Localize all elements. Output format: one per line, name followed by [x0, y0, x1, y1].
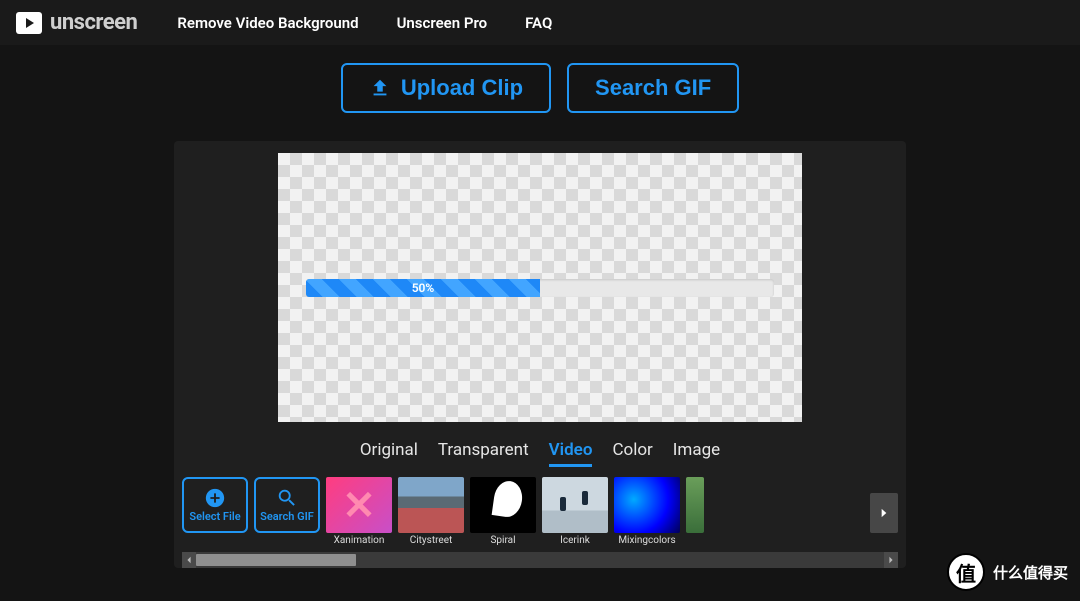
thumb-xanimation[interactable]: Xanimation [326, 477, 392, 546]
thumb-image [398, 477, 464, 533]
search-gif-label: Search GIF [595, 75, 711, 101]
search-gif-button[interactable]: Search GIF [567, 63, 739, 113]
search-icon [276, 487, 298, 509]
thumb-label: Mixingcolors [614, 535, 680, 546]
thumb-icerink[interactable]: Icerink [542, 477, 608, 546]
tab-video[interactable]: Video [549, 440, 593, 467]
logo[interactable]: unscreen [16, 10, 137, 35]
thumbnail-strip: Select File Search GIF Xanimation Cityst… [174, 477, 906, 548]
thumb-label: Xanimation [326, 535, 392, 546]
watermark: 值 什么值得买 [947, 553, 1068, 591]
search-gif-tile[interactable]: Search GIF [254, 477, 320, 533]
watermark-text: 什么值得买 [993, 562, 1068, 583]
thumb-label: Citystreet [398, 535, 464, 546]
search-gif-tile-label: Search GIF [260, 511, 314, 523]
select-file-tile[interactable]: Select File [182, 477, 248, 533]
thumb-label: Icerink [542, 535, 608, 546]
thumb-image [614, 477, 680, 533]
select-file-label: Select File [189, 511, 240, 523]
nav-unscreen-pro[interactable]: Unscreen Pro [397, 14, 488, 32]
progress-fill: 50% [306, 279, 540, 297]
thumb-label: Spiral [470, 535, 536, 546]
nav-faq[interactable]: FAQ [525, 14, 552, 32]
progress-bar: 50% [306, 279, 774, 297]
editor-panel: 50% Original Transparent Video Color Ima… [174, 141, 906, 568]
play-icon [16, 12, 42, 34]
upload-clip-label: Upload Clip [401, 75, 523, 101]
tab-original[interactable]: Original [360, 440, 418, 467]
background-tabs: Original Transparent Video Color Image [174, 440, 906, 467]
thumb-citystreet[interactable]: Citystreet [398, 477, 464, 546]
brand-text: unscreen [50, 10, 137, 35]
thumb-image [470, 477, 536, 533]
chevron-right-icon [877, 502, 891, 524]
nav: Remove Video Background Unscreen Pro FAQ [177, 14, 552, 32]
progress-label: 50% [412, 281, 435, 295]
thumbnail-list: Select File Search GIF Xanimation Cityst… [182, 477, 898, 546]
upload-clip-button[interactable]: Upload Clip [341, 63, 551, 113]
watermark-badge: 值 [947, 553, 985, 591]
preview-area: 50% [278, 153, 802, 422]
action-bar: Upload Clip Search GIF [0, 63, 1080, 113]
thumb-scroll-right[interactable] [870, 493, 898, 533]
scroll-left-arrow[interactable] [182, 552, 196, 568]
nav-remove-bg[interactable]: Remove Video Background [177, 14, 358, 32]
thumb-image [326, 477, 392, 533]
tab-color[interactable]: Color [612, 440, 652, 467]
scrollbar-thumb[interactable] [196, 554, 356, 566]
thumb-mixingcolors[interactable]: Mixingcolors [614, 477, 680, 546]
tab-transparent[interactable]: Transparent [438, 440, 529, 467]
header: unscreen Remove Video Background Unscree… [0, 0, 1080, 45]
upload-icon [369, 77, 391, 99]
thumb-spiral[interactable]: Spiral [470, 477, 536, 546]
horizontal-scrollbar[interactable] [182, 552, 898, 568]
scroll-right-arrow[interactable] [884, 552, 898, 568]
thumb-image [542, 477, 608, 533]
plus-circle-icon [204, 487, 226, 509]
thumb-partial [686, 477, 704, 533]
tab-image[interactable]: Image [673, 440, 720, 467]
